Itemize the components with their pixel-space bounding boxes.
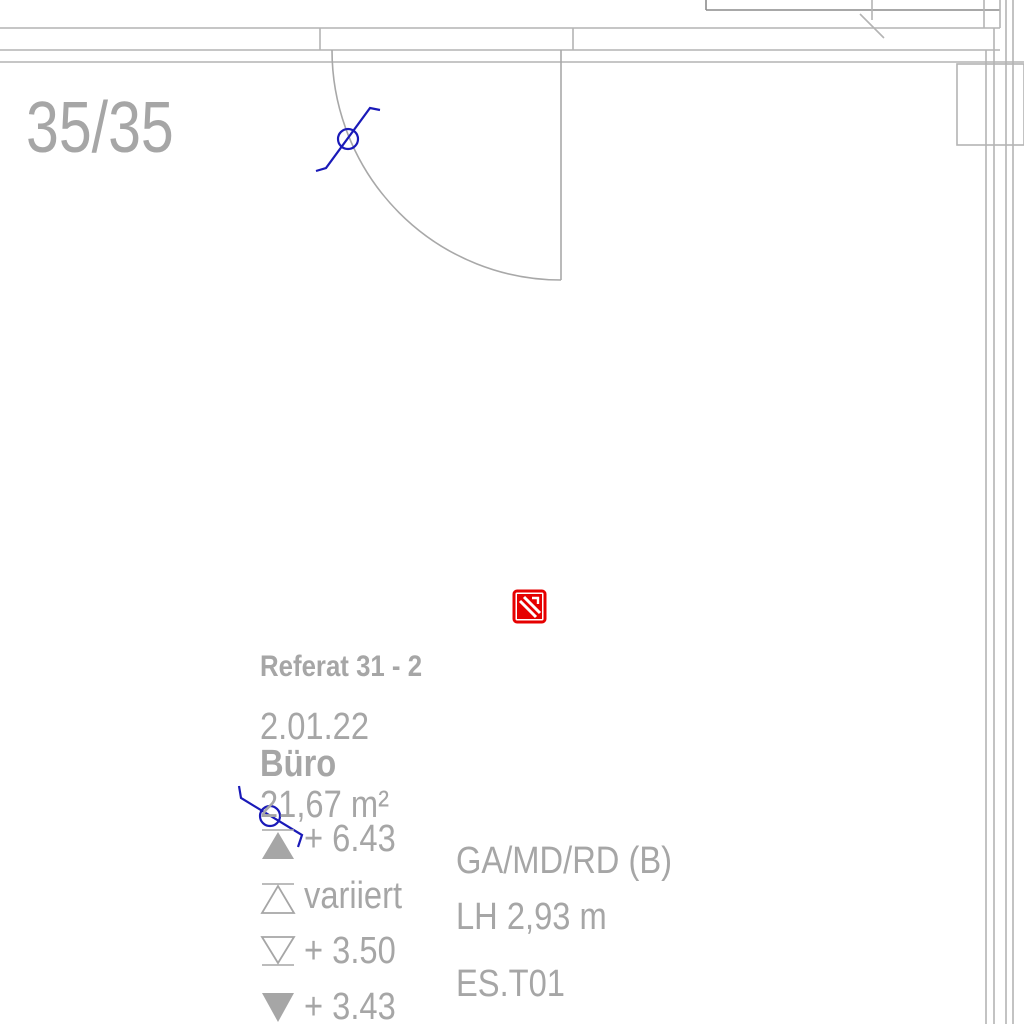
ceiling-height: LH 2,93 m	[456, 896, 607, 938]
outline-up-triangle-icon	[260, 883, 296, 914]
filled-up-triangle-icon	[262, 829, 294, 859]
level-value: + 6.43	[304, 818, 396, 860]
top-wall	[0, 27, 1024, 63]
fire-extinguisher-icon	[512, 589, 547, 624]
level-value: + 3.43	[304, 986, 396, 1028]
department-label: Referat 31 - 2	[260, 650, 423, 683]
door-swing	[331, 49, 562, 281]
level-value: variiert	[304, 875, 403, 917]
room-number: 2.01.22	[260, 706, 370, 748]
right-wall	[956, 0, 1024, 1024]
element-code: ES.T01	[456, 963, 565, 1005]
level-value: + 3.50	[304, 930, 396, 972]
column-label: 35/35	[26, 88, 174, 168]
finish-code: GA/MD/RD (B)	[456, 840, 673, 882]
room-name: Büro	[260, 743, 337, 785]
upper-right-structure	[705, 0, 1001, 39]
sensor-icon	[315, 106, 381, 173]
outline-down-triangle-icon	[260, 936, 296, 966]
filled-down-triangle-icon	[262, 993, 294, 1022]
